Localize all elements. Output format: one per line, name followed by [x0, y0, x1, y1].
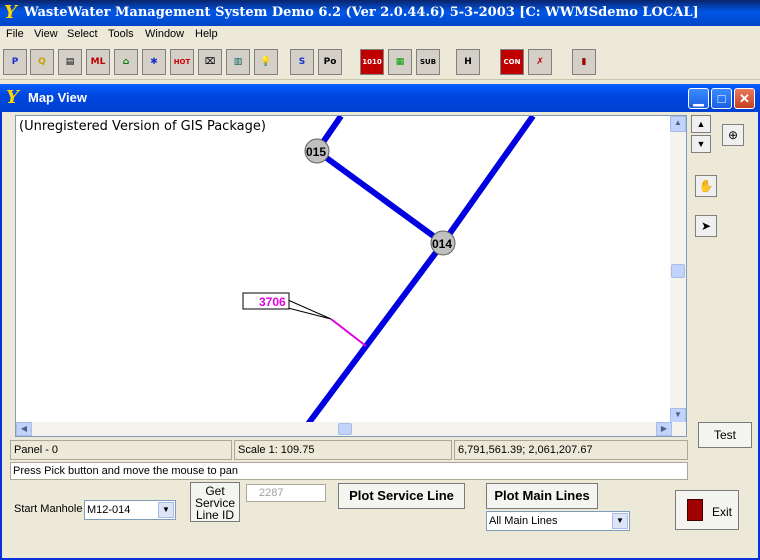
unregistered-watermark: (Unregistered Version of GIS Package): [19, 119, 266, 134]
junction-tool-icon[interactable]: H: [456, 49, 480, 75]
plot-service-line-button[interactable]: Plot Service Line: [338, 483, 465, 509]
chevron-down-icon[interactable]: ▼: [158, 502, 174, 518]
network-tool-icon[interactable]: ✱: [142, 49, 166, 75]
exit-door-icon: [687, 499, 703, 521]
status-panel: Panel - 0: [10, 440, 232, 460]
menu-window[interactable]: Window: [145, 28, 184, 40]
service-line[interactable]: [330, 318, 367, 347]
chevron-down-icon[interactable]: ▼: [612, 513, 628, 529]
main-lines-value: All Main Lines: [489, 515, 558, 527]
exit-button[interactable]: Exit: [675, 490, 739, 530]
pick-pointer-icon[interactable]: ➤: [695, 215, 717, 237]
manhole-015-label: 015: [306, 145, 326, 159]
menu-file[interactable]: File: [6, 28, 24, 40]
subdiv-tool-icon[interactable]: SUB: [416, 49, 440, 75]
service-line-id-field[interactable]: 2287: [246, 484, 326, 502]
status-coordinates: 6,791,561.39; 2,061,207.67: [454, 440, 688, 460]
service-tag-leader: [287, 299, 332, 320]
status-scale: Scale 1: 109.75: [234, 440, 452, 460]
plant-tool-icon[interactable]: ▥: [226, 49, 250, 75]
get-service-line-id-button[interactable]: Get Service Line ID: [190, 482, 240, 522]
person-tool-icon[interactable]: ✗: [528, 49, 552, 75]
map-drawing: 3706 015 014: [242, 116, 536, 426]
close-button[interactable]: ✕: [734, 88, 755, 109]
exit-door-tool-icon[interactable]: ▮: [572, 49, 596, 75]
main-lines-select[interactable]: All Main Lines ▼: [486, 511, 630, 531]
contrib-tool-icon[interactable]: CON: [500, 49, 524, 75]
app-title: WasteWater Management System Demo 6.2 (V…: [24, 5, 699, 20]
menu-view[interactable]: View: [34, 28, 58, 40]
main-line-lower[interactable]: [305, 241, 446, 426]
display-tool-icon[interactable]: ▦: [388, 49, 412, 75]
app-title-bar: Y WasteWater Management System Demo 6.2 …: [0, 0, 760, 26]
pan-hand-icon[interactable]: ✋: [695, 175, 717, 197]
menu-select[interactable]: Select: [67, 28, 98, 40]
manhole-tool-icon[interactable]: ▤: [58, 49, 82, 75]
map-window-icon: Y: [6, 87, 19, 108]
horizontal-scrollbar[interactable]: ◀ ▶: [16, 422, 686, 436]
hotspot-tool-icon[interactable]: HOT: [170, 49, 194, 75]
map-canvas[interactable]: 3706 015 014 (Unregistered Version of GI…: [15, 115, 687, 437]
map-up-button[interactable]: ▲: [691, 115, 711, 133]
main-line-015-to-014[interactable]: [315, 148, 445, 246]
service-tag-label: 3706: [259, 295, 286, 309]
app-logo-icon: Y: [4, 2, 17, 23]
start-manhole-label: Start Manhole: [14, 503, 83, 515]
horizontal-scroll-thumb[interactable]: [338, 423, 352, 435]
scroll-left-arrow[interactable]: ◀: [16, 422, 32, 436]
exit-label: Exit: [712, 505, 733, 519]
menu-tools[interactable]: Tools: [108, 28, 134, 40]
scroll-right-arrow[interactable]: ▶: [656, 422, 672, 436]
menu-bar: File View Select Tools Window Help: [0, 26, 760, 44]
start-manhole-value: M12-014: [87, 504, 131, 516]
manhole-014-label: 014: [432, 237, 452, 251]
map-window-title-bar: Y Map View ▁ □ ✕: [0, 84, 760, 112]
map-window-title: Map View: [28, 90, 88, 105]
camera-tool-icon[interactable]: ⌧: [198, 49, 222, 75]
test-button[interactable]: Test: [698, 422, 752, 448]
main-line-tool-icon[interactable]: ML: [86, 49, 110, 75]
maximize-button[interactable]: □: [711, 88, 732, 109]
binary-tool-icon[interactable]: 1010: [360, 49, 384, 75]
plot-main-lines-button[interactable]: Plot Main Lines: [486, 483, 598, 509]
p-tool-icon[interactable]: P: [3, 49, 27, 75]
vertical-scroll-thumb[interactable]: [671, 264, 685, 278]
map-view-window: Y Map View ▁ □ ✕ 3706 015 014 (Unregiste…: [0, 84, 760, 560]
start-manhole-select[interactable]: M12-014 ▼: [84, 500, 176, 520]
minimize-button[interactable]: ▁: [688, 88, 709, 109]
zoom-icon[interactable]: ⊕: [722, 124, 744, 146]
lightbulb-tool-icon[interactable]: 💡: [254, 49, 278, 75]
lookup-tool-icon[interactable]: Q: [30, 49, 54, 75]
scroll-up-arrow[interactable]: ▲: [670, 116, 686, 132]
map-down-button[interactable]: ▼: [691, 135, 711, 153]
status-message: Press Pick button and move the mouse to …: [10, 462, 688, 480]
main-line-upper-right[interactable]: [440, 116, 536, 245]
vertical-scrollbar[interactable]: ▲ ▼: [670, 116, 686, 424]
menu-help[interactable]: Help: [195, 28, 218, 40]
po-tool-icon[interactable]: Po: [318, 49, 342, 75]
houses-tool-icon[interactable]: ⌂: [114, 49, 138, 75]
toolbar: P Q ▤ ML ⌂ ✱ HOT ⌧ ▥ 💡 S Po 1010 ▦ SUB H CON ✗ ▮: [0, 44, 760, 80]
service-tool-icon[interactable]: S: [290, 49, 314, 75]
